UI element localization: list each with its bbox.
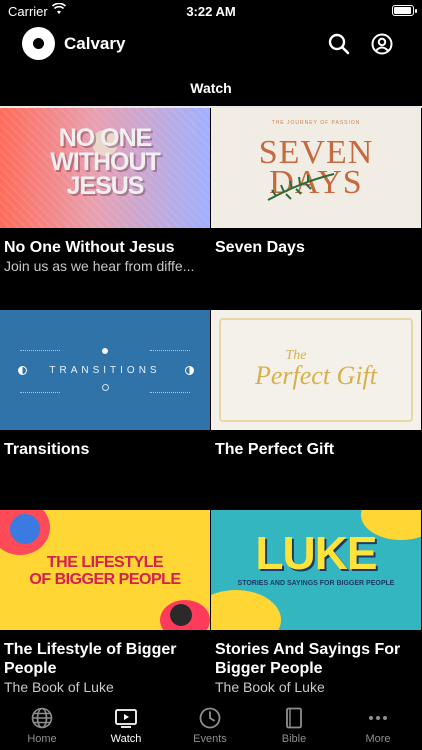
ellipsis-icon (369, 716, 387, 720)
tab-bible[interactable]: Bible (252, 706, 336, 745)
tab-label: Bible (281, 733, 307, 745)
series-thumbnail[interactable]: The Perfect Gift (211, 310, 421, 430)
series-thumbnail[interactable]: NO ONE WITHOUT JESUS (0, 108, 210, 228)
tab-events[interactable]: Events (168, 706, 252, 745)
tab-label: Home (27, 733, 57, 745)
series-thumbnail[interactable]: THE JOURNEY OF PASSION SEVEN DAYS (211, 108, 421, 228)
art-line: Perfect Gift (254, 361, 377, 390)
art-line: WITHOUT (50, 148, 161, 176)
tab-more[interactable]: More (336, 706, 420, 745)
series-thumbnail[interactable]: THE LIFESTYLE OF BIGGER PEOPLE (0, 510, 210, 630)
search-icon[interactable] (328, 33, 350, 55)
series-thumbnail[interactable]: TRANSITIONS (0, 310, 210, 430)
app-bar: Calvary (0, 24, 422, 64)
palm-branch-icon (267, 173, 335, 201)
app-name: Calvary (64, 34, 126, 53)
clock-icon (199, 707, 221, 729)
status-time: 3:22 AM (186, 4, 236, 19)
series-title: The Lifestyle of Bigger People (4, 641, 177, 677)
art-line: LUKE (255, 527, 377, 579)
globe-icon (31, 707, 53, 729)
series-thumbnail[interactable]: LUKE STORIES AND SAYINGS FOR BIGGER PEOP… (211, 510, 421, 630)
series-title: Transitions (4, 441, 90, 458)
series-title: No One Without Jesus (4, 239, 175, 256)
art-line: THE LIFESTYLE (46, 554, 164, 571)
tab-label: Events (193, 733, 227, 745)
play-screen-icon (115, 709, 137, 728)
art-line: JESUS (66, 172, 145, 200)
series-subtitle: Join us as we hear from diffe... (4, 258, 195, 274)
art-line: OF BIGGER PEOPLE (29, 571, 181, 588)
series-title: The Perfect Gift (215, 441, 335, 458)
book-icon (286, 707, 302, 729)
tab-bar: Home Watch Events Bible More (0, 700, 422, 750)
art-line: STORIES AND SAYINGS FOR BIGGER PEOPLE (237, 580, 395, 587)
art-line: TRANSITIONS (49, 365, 161, 376)
series-card-transitions[interactable]: TRANSITIONS Transitions (0, 310, 210, 459)
series-card-the-lifestyle-of-bigger-people[interactable]: THE LIFESTYLE OF BIGGER PEOPLE The Lifes… (0, 510, 210, 696)
series-title: Seven Days (215, 239, 305, 256)
art-line: NO ONE (58, 124, 153, 152)
tab-label: Watch (110, 733, 142, 745)
series-card-seven-days[interactable]: THE JOURNEY OF PASSION SEVEN DAYS Seven … (211, 108, 421, 257)
series-card-no-one-without-jesus[interactable]: NO ONE WITHOUT JESUS No One Without Jesu… (0, 108, 210, 275)
tab-watch[interactable]: Watch (84, 706, 168, 745)
series-card-the-perfect-gift[interactable]: The Perfect Gift The Perfect Gift (211, 310, 421, 459)
account-icon[interactable] (371, 33, 393, 55)
series-card-stories-and-sayings[interactable]: LUKE STORIES AND SAYINGS FOR BIGGER PEOP… (211, 510, 421, 696)
series-subtitle: The Book of Luke (4, 679, 114, 695)
battery-icon (392, 5, 417, 16)
status-bar: Carrier 3:22 AM (0, 0, 422, 22)
art-small-text: THE JOURNEY OF PASSION (271, 120, 361, 126)
series-title: Stories And Sayings For Bigger People (215, 641, 401, 677)
tab-label: More (365, 733, 391, 745)
tab-home[interactable]: Home (0, 706, 84, 745)
section-title: Watch (190, 80, 232, 96)
church-logo[interactable] (22, 27, 55, 60)
series-subtitle: The Book of Luke (215, 679, 325, 695)
